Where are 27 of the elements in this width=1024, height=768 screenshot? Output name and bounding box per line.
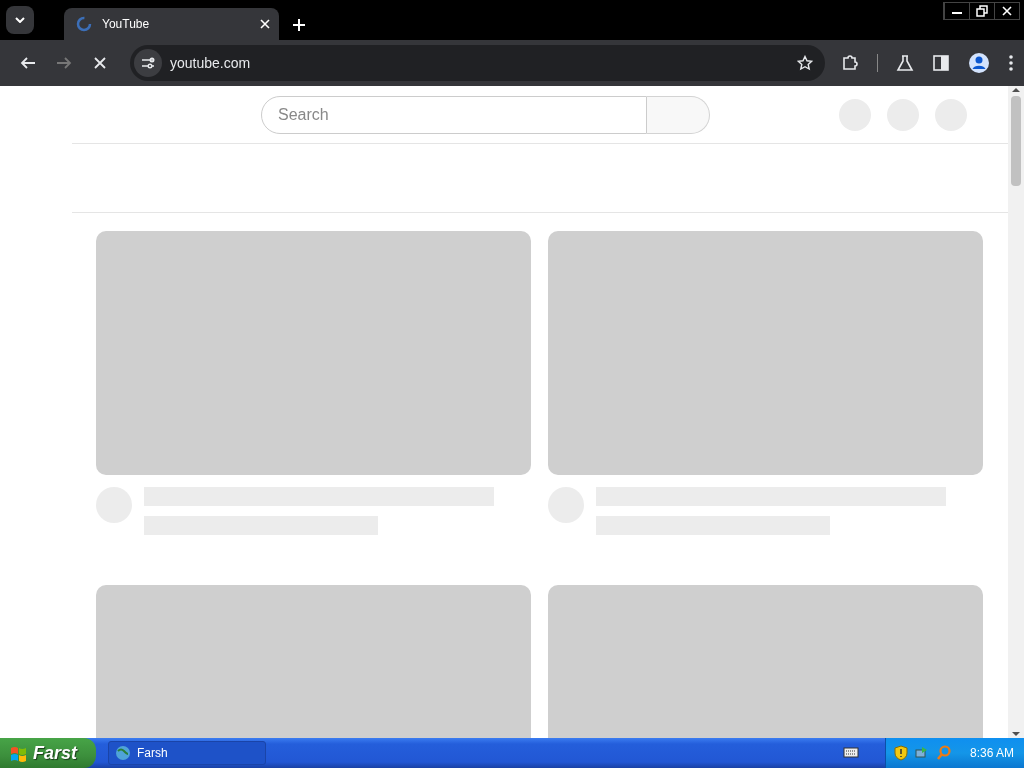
search-field[interactable]: Search <box>261 95 647 134</box>
browser-tab[interactable]: YouTube <box>64 8 279 40</box>
back-icon[interactable] <box>20 55 36 71</box>
star-icon[interactable] <box>797 55 813 71</box>
forward-icon[interactable] <box>56 55 72 71</box>
keyboard-icon[interactable] <box>842 745 859 761</box>
side-panel-icon[interactable] <box>932 54 950 72</box>
shield-icon[interactable] <box>893 745 908 761</box>
chevron-down-icon <box>15 17 25 23</box>
tune-icon[interactable] <box>141 56 155 70</box>
address-bar[interactable]: youtube.com <box>130 45 825 81</box>
tab-search-button[interactable] <box>6 6 34 34</box>
windows-flag-icon <box>10 744 27 762</box>
stop-icon[interactable] <box>92 55 108 71</box>
flask-icon[interactable] <box>896 54 914 72</box>
globe-icon <box>115 745 131 761</box>
more-menu-icon[interactable] <box>1008 54 1014 72</box>
scrollbar-thumb[interactable] <box>1011 96 1021 186</box>
clock: 8:36 AM <box>969 746 1014 760</box>
profile-avatar-icon[interactable] <box>968 52 990 74</box>
tab-title: YouTube <box>102 17 151 31</box>
plus-icon[interactable] <box>293 19 305 31</box>
taskbar-button[interactable]: Farsh <box>108 741 266 765</box>
start-button[interactable]: Farst <box>0 738 96 768</box>
loading-spinner-icon <box>76 16 92 32</box>
puzzle-icon[interactable] <box>841 54 859 72</box>
url-text: youtube.com <box>170 55 252 71</box>
